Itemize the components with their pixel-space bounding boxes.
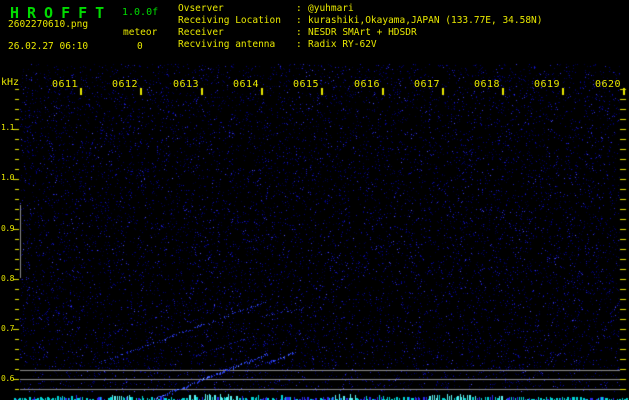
observer-info-colon: : [296,3,308,15]
time-tick-label: 0618 [474,79,500,90]
time-tick-label: 0617 [414,79,440,90]
observer-info-value: NESDR SMArt + HDSDR [308,27,417,38]
observer-info-row: Ovserver:@yuhmari [178,3,543,15]
capture-datetime: 26.02.27 06:10 [8,41,88,52]
hrofft-window: HROFFT 1.0.0f 2602270610.png 26.02.27 06… [0,0,629,400]
observer-info-value: kurashiki,Okayama,JAPAN (133.77E, 34.58N… [308,15,543,26]
freq-tick-label: 0.8 [0,274,14,283]
time-tick-label: 0615 [293,79,319,90]
observer-info-colon: : [296,15,308,27]
observer-info-row: Receiver:NESDR SMArt + HDSDR [178,27,543,39]
observer-info-row: Receiving Location:kurashiki,Okayama,JAP… [178,15,543,27]
observer-info-block: Ovserver:@yuhmariReceiving Location:kura… [178,3,543,51]
freq-axis-unit-label: kHz [1,77,19,88]
output-filename: 2602270610.png [8,19,88,30]
time-tick-label: 0612 [112,79,138,90]
observer-info-colon: : [296,39,308,51]
observer-info-label: Receiver [178,27,296,39]
time-tick-label: 0614 [233,79,259,90]
time-tick-label: 0613 [173,79,199,90]
time-tick-label: 0616 [354,79,380,90]
time-tick-label: 0619 [534,79,560,90]
meteor-counter-label: meteor [123,27,157,38]
observer-info-label: Ovserver [178,3,296,15]
app-version: 1.0.0f [122,7,158,18]
freq-tick-label: 0.7 [0,324,14,333]
observer-info-value: Radix RY-62V [308,39,377,50]
observer-info-colon: : [296,27,308,39]
observer-info-label: Receiving Location [178,15,296,27]
meteor-count-value: 0 [137,41,143,52]
spectrogram-canvas [0,0,629,400]
freq-tick-label: 0.9 [0,224,14,233]
observer-info-row: Recviving antenna:Radix RY-62V [178,39,543,51]
observer-info-value: @yuhmari [308,3,354,14]
time-tick-label: 0620 [595,79,621,90]
freq-tick-label: 1.1 [0,123,14,132]
time-tick-label: 0611 [52,79,78,90]
freq-tick-label: 0.6 [0,374,14,383]
observer-info-label: Recviving antenna [178,39,296,51]
freq-tick-label: 1.0 [0,173,14,182]
